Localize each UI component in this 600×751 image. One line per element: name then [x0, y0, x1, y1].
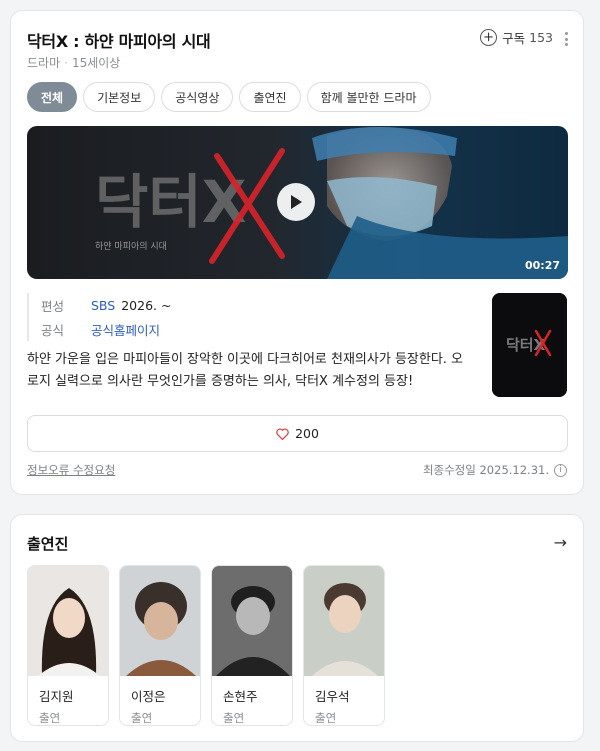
last-updated-text: 최종수정일 2025.12.31. — [422, 463, 549, 477]
cast-member[interactable]: 손현주 출연 — [211, 565, 293, 726]
tab-all[interactable]: 전체 — [27, 82, 78, 112]
tab-similar-dramas[interactable]: 함께 볼만한 드라마 — [306, 82, 431, 112]
play-icon[interactable] — [277, 183, 315, 221]
official-homepage-link[interactable]: 공식홈페이지 — [91, 320, 160, 339]
heart-icon — [276, 427, 289, 440]
cast-role: 출연 — [223, 711, 245, 725]
cast-photo — [212, 566, 292, 676]
broadcaster-link[interactable]: SBS — [91, 298, 115, 313]
cast-card-section: 출연진 → 김지원 출연 이정은 출연 손현주 출연 김우석 출연 — [10, 514, 584, 742]
plus-circle-icon: + — [480, 29, 498, 46]
video-logo-text: 닥터X — [95, 168, 246, 236]
show-title: 닥터X : 하얀 마피아의 시대 — [27, 32, 211, 51]
cast-role: 출연 — [131, 711, 153, 725]
cast-name: 이정은 — [131, 689, 166, 704]
show-description: 하얀 가운을 입은 마피아들이 장악한 이곳에 다크히어로 천재의사가 등장한다… — [27, 352, 464, 389]
meta-row-official: 공식 공식홈페이지 — [41, 317, 467, 341]
report-error-link[interactable]: 정보오류 수정요청 — [27, 462, 115, 478]
cast-photo — [120, 566, 200, 676]
like-button[interactable]: 200 — [27, 415, 568, 452]
subscribe-button[interactable]: + 구독 153 — [480, 28, 553, 47]
meta-rows: 편성 SBS 2026. ~ 공식 공식홈페이지 — [27, 293, 467, 341]
cast-name: 김우석 — [315, 689, 350, 704]
arrow-right-icon[interactable]: → — [554, 533, 567, 552]
genre-text[interactable]: 드라마 — [27, 56, 60, 70]
cast-member[interactable]: 김지원 출연 — [27, 565, 109, 726]
official-label: 공식 — [41, 322, 65, 338]
separator-dot: · — [64, 56, 68, 70]
subscribe-label: 구독 — [502, 31, 526, 46]
cast-section-title: 출연진 — [27, 535, 69, 553]
tab-official-video[interactable]: 공식영상 — [161, 82, 234, 112]
cast-role: 출연 — [315, 711, 337, 725]
tab-basic-info[interactable]: 기본정보 — [83, 82, 156, 112]
tab-cast[interactable]: 출연진 — [239, 82, 301, 112]
kebab-icon[interactable] — [563, 32, 569, 46]
video-player[interactable]: 닥터X 하얀 마피아의 시대 00:27 — [27, 126, 568, 279]
show-info-card: 닥터X : 하얀 마피아의 시대 드라마 · 15세이상 + 구독 153 전체 기… — [10, 10, 584, 495]
tab-bar: 전체 기본정보 공식영상 출연진 함께 볼만한 드라마 — [27, 82, 431, 112]
subscribe-count: 153 — [529, 30, 553, 45]
video-tagline: 하얀 마피아의 시대 — [95, 240, 167, 252]
show-subline: 드라마 · 15세이상 — [27, 54, 120, 71]
cast-member[interactable]: 김우석 출연 — [303, 565, 385, 726]
cast-list: 김지원 출연 이정은 출연 손현주 출연 김우석 출연 — [27, 565, 385, 726]
cast-photo — [304, 566, 384, 676]
poster-image[interactable]: 닥터X — [492, 293, 567, 397]
broadcast-label: 편성 — [41, 298, 65, 314]
rating-text: 15세이상 — [71, 56, 121, 70]
like-count: 200 — [295, 426, 319, 441]
cast-role: 출연 — [39, 711, 61, 725]
last-updated: 최종수정일 2025.12.31. i — [423, 462, 567, 478]
show-meta: 편성 SBS 2026. ~ 공식 공식홈페이지 하얀 가운을 입은 마피아들이… — [27, 293, 467, 393]
meta-row-broadcast: 편성 SBS 2026. ~ — [41, 293, 467, 317]
video-duration: 00:27 — [524, 259, 560, 272]
cast-name: 김지원 — [39, 689, 74, 704]
cast-name: 손현주 — [223, 689, 258, 704]
info-icon[interactable]: i — [554, 463, 567, 477]
cast-photo — [28, 566, 108, 676]
broadcast-year: 2026. ~ — [121, 297, 172, 313]
cast-member[interactable]: 이정은 출연 — [119, 565, 201, 726]
